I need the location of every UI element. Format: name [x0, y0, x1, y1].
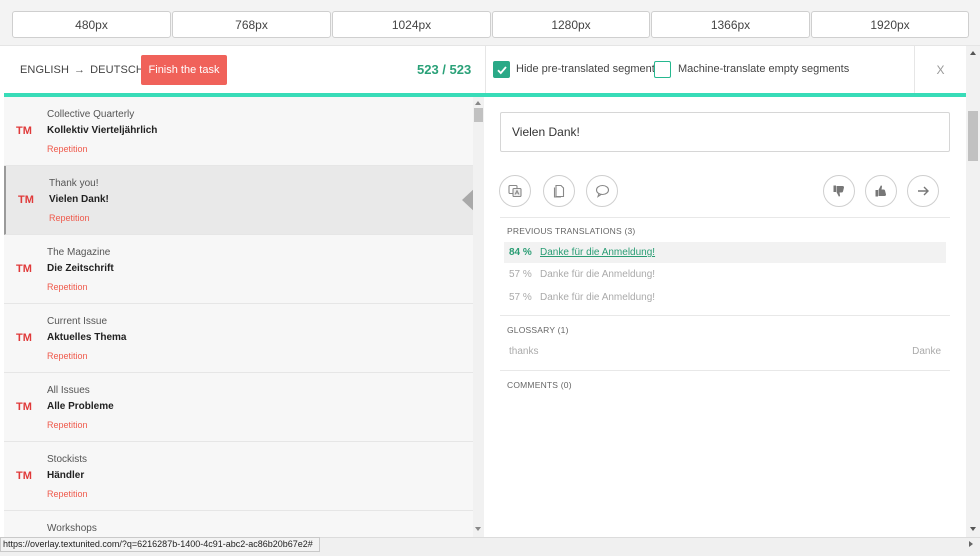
segment-status: Repetition: [47, 282, 88, 292]
scroll-down-icon[interactable]: [475, 527, 481, 531]
copy-source-button[interactable]: [543, 175, 575, 207]
previous-translation-item[interactable]: 84 % Danke für die Anmeldung!: [504, 242, 946, 263]
tm-badge: TM: [16, 125, 32, 137]
close-button[interactable]: X: [914, 46, 966, 94]
scroll-right-icon[interactable]: [969, 541, 973, 547]
status-bar-url: https://overlay.textunited.com/?q=621628…: [0, 537, 320, 552]
comments-title: COMMENTS (0): [507, 380, 572, 390]
segment-item[interactable]: TM Collective Quarterly Kollektiv Vierte…: [4, 97, 473, 166]
segment-status: Repetition: [47, 489, 88, 499]
glossary-term: thanks: [509, 346, 539, 357]
match-percent: 84 %: [509, 247, 532, 258]
scroll-thumb[interactable]: [474, 108, 483, 122]
tm-badge: TM: [16, 332, 32, 344]
match-text[interactable]: Danke für die Anmeldung!: [540, 292, 655, 303]
previous-translation-item[interactable]: 57 % Danke für die Anmeldung!: [504, 287, 946, 308]
match-percent: 57 %: [509, 269, 532, 280]
previous-translations-title: PREVIOUS TRANSLATIONS (3): [507, 226, 636, 236]
segment-target: Vielen Dank!: [49, 194, 109, 205]
segment-target: Alle Probleme: [47, 401, 114, 412]
translate-button[interactable]: [499, 175, 531, 207]
checkmark-icon: [497, 66, 507, 75]
translation-panel: Vielen Dank! PREVIOUS TRANSLATIONS (3) 8…: [484, 97, 966, 537]
viewport-1280-button[interactable]: 1280px: [492, 11, 650, 38]
translate-icon: [508, 184, 522, 198]
previous-translation-item[interactable]: 57 % Danke für die Anmeldung!: [504, 264, 946, 285]
segment-status: Repetition: [47, 351, 88, 361]
translation-input[interactable]: Vielen Dank!: [500, 112, 950, 152]
viewport-1920-button[interactable]: 1920px: [811, 11, 969, 38]
header-divider: [485, 46, 486, 94]
thumbs-down-icon: [833, 185, 844, 197]
machine-translate-label[interactable]: Machine-translate empty segments: [678, 63, 849, 75]
segment-item-active[interactable]: TM Thank you! Vielen Dank! Repetition: [4, 166, 473, 235]
language-arrow-icon: →: [74, 64, 86, 76]
comment-icon: [595, 184, 609, 198]
language-pair: ENGLISH → DEUTSCH: [20, 64, 144, 76]
segment-status: Repetition: [47, 144, 88, 154]
target-language: DEUTSCH: [90, 64, 144, 76]
section-divider: [500, 370, 950, 371]
segment-source: All Issues: [47, 385, 90, 396]
segment-target: Kollektiv Vierteljährlich: [47, 125, 158, 136]
active-segment-pointer: [462, 186, 473, 214]
thumbs-up-icon: [875, 185, 886, 197]
progress-counter: 523 / 523: [417, 62, 472, 77]
viewport-480-button[interactable]: 480px: [12, 11, 171, 38]
segment-item[interactable]: TM Current Issue Aktuelles Thema Repetit…: [4, 304, 473, 373]
next-segment-button[interactable]: [907, 175, 939, 207]
segment-target: Händler: [47, 470, 85, 481]
arrow-right-icon: [918, 186, 929, 196]
segment-source: Workshops: [47, 523, 97, 534]
page-scrollbar[interactable]: [966, 46, 980, 537]
segment-item[interactable]: TM The Magazine Die Zeitschrift Repetiti…: [4, 235, 473, 304]
section-divider: [500, 217, 950, 218]
viewport-1366-button[interactable]: 1366px: [651, 11, 810, 38]
segment-target: Die Zeitschrift: [47, 263, 114, 274]
segment-source: Stockists: [47, 454, 88, 465]
segment-source: Thank you!: [49, 178, 99, 189]
scroll-down-icon[interactable]: [970, 527, 976, 531]
hide-pretranslated-checkbox[interactable]: [493, 61, 510, 78]
segment-item[interactable]: TM All Issues Alle Probleme Repetition: [4, 373, 473, 442]
segment-target: Aktuelles Thema: [47, 332, 127, 343]
editor-header: ENGLISH → DEUTSCH Finish the task 523 / 52…: [4, 46, 966, 94]
scroll-up-icon[interactable]: [475, 101, 481, 105]
segment-source: Current Issue: [47, 316, 108, 327]
tm-badge: TM: [18, 194, 34, 206]
segment-source: Collective Quarterly: [47, 109, 135, 120]
scroll-thumb[interactable]: [968, 111, 978, 161]
machine-translate-checkbox[interactable]: [654, 61, 671, 78]
tm-badge: TM: [16, 263, 32, 275]
segment-list-scrollbar[interactable]: [473, 97, 484, 537]
thumbs-up-button[interactable]: [865, 175, 897, 207]
match-text[interactable]: Danke für die Anmeldung!: [540, 269, 655, 280]
viewport-1024-button[interactable]: 1024px: [332, 11, 491, 38]
segment-item[interactable]: Workshops: [4, 511, 473, 537]
segment-status: Repetition: [49, 213, 90, 223]
match-text[interactable]: Danke für die Anmeldung!: [540, 247, 655, 258]
segment-list: TM Collective Quarterly Kollektiv Vierte…: [4, 97, 473, 537]
comment-button[interactable]: [586, 175, 618, 207]
glossary-translation: Danke: [912, 346, 941, 357]
viewport-768-button[interactable]: 768px: [172, 11, 331, 38]
finish-task-button[interactable]: Finish the task: [141, 55, 227, 85]
section-divider: [500, 315, 950, 316]
scroll-up-icon[interactable]: [970, 51, 976, 55]
glossary-title: GLOSSARY (1): [507, 325, 569, 335]
segment-item[interactable]: TM Stockists Händler Repetition: [4, 442, 473, 511]
source-language: ENGLISH: [20, 64, 69, 76]
tm-badge: TM: [16, 470, 32, 482]
segment-status: Repetition: [47, 420, 88, 430]
viewport-size-bar: 480px 768px 1024px 1280px 1366px 1920px: [0, 0, 980, 46]
hide-pretranslated-label[interactable]: Hide pre-translated segments: [516, 63, 660, 75]
segment-source: The Magazine: [47, 247, 111, 258]
tm-badge: TM: [16, 401, 32, 413]
glossary-entry: thanks Danke: [509, 346, 941, 357]
copy-icon: [553, 184, 565, 198]
thumbs-down-button[interactable]: [823, 175, 855, 207]
match-percent: 57 %: [509, 292, 532, 303]
